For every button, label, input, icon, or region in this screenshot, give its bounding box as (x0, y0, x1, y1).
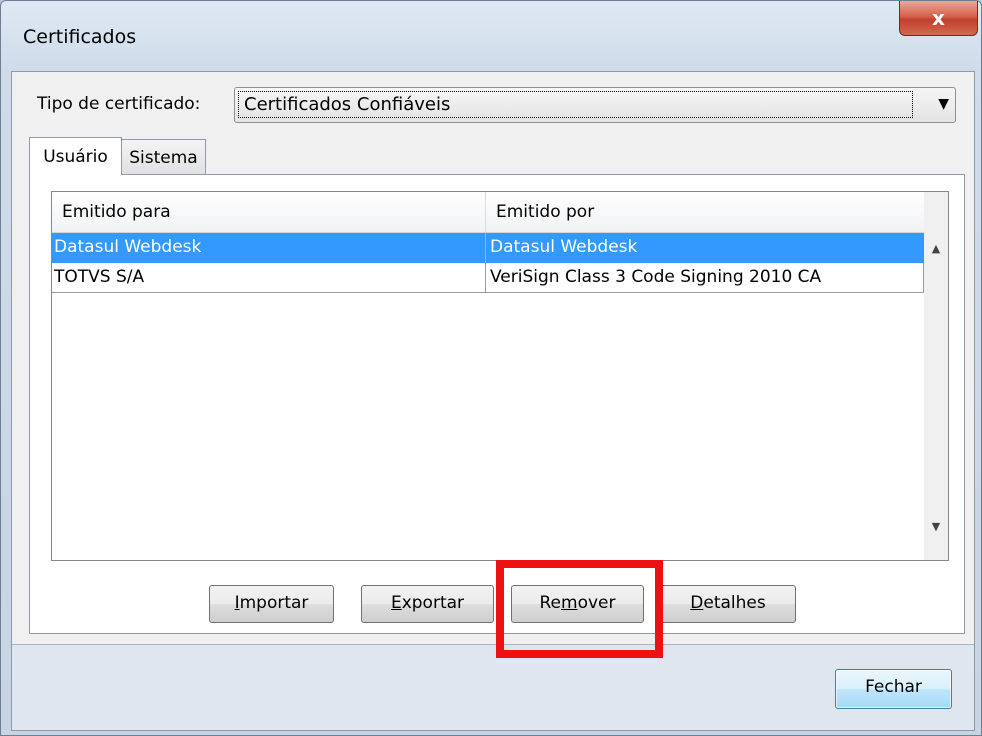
vertical-scrollbar[interactable]: ▲ ▼ (924, 192, 948, 560)
detalhes-button[interactable]: Detalhes (660, 585, 796, 623)
cell-emitido-para: Datasul Webdesk (52, 233, 486, 263)
column-header-emitido-por[interactable]: Emitido por (486, 192, 924, 232)
remover-highlight-box (496, 560, 663, 658)
tipo-certificado-label: Tipo de certificado: (37, 94, 201, 114)
dialog-body: Tipo de certificado: Certificados Confiá… (11, 71, 975, 731)
list-row[interactable]: TOTVS S/A VeriSign Class 3 Code Signing … (52, 263, 924, 293)
tipo-certificado-value: Certificados Confiáveis (238, 91, 913, 118)
title-bar: Certificados x (1, 1, 981, 71)
window-title: Certificados (23, 26, 137, 48)
tab-usuario[interactable]: Usuário (29, 137, 122, 175)
tab-sistema[interactable]: Sistema (121, 139, 206, 175)
detalhes-label: etalhes (703, 593, 766, 613)
importar-button[interactable]: Importar (209, 585, 334, 623)
column-header-emitido-para[interactable]: Emitido para (52, 192, 486, 232)
fechar-button[interactable]: Fechar (835, 669, 952, 709)
scroll-down-icon[interactable]: ▼ (924, 520, 948, 540)
cell-emitido-por: VeriSign Class 3 Code Signing 2010 CA (486, 263, 924, 293)
dialog-footer (12, 645, 974, 730)
exportar-label: xportar (401, 593, 465, 613)
list-header: Emitido para Emitido por (52, 192, 924, 233)
cell-emitido-para: TOTVS S/A (52, 263, 486, 293)
scroll-up-icon[interactable]: ▲ (924, 242, 948, 262)
certificados-dialog: Certificados x Tipo de certificado: Cert… (0, 0, 982, 736)
detalhes-mnemonic: D (690, 593, 704, 613)
exportar-button[interactable]: Exportar (361, 585, 494, 623)
close-icon: x (932, 6, 945, 30)
close-button[interactable]: x (899, 1, 978, 36)
chevron-down-icon: ▼ (938, 96, 949, 112)
importar-label: mportar (239, 593, 309, 613)
certificates-list[interactable]: Emitido para Emitido por Datasul Webdesk… (51, 191, 949, 561)
tipo-certificado-select[interactable]: Certificados Confiáveis ▼ (234, 87, 956, 123)
cell-emitido-por: Datasul Webdesk (490, 237, 638, 257)
list-row-selected[interactable]: Datasul Webdesk Datasul Webdesk (52, 233, 924, 263)
exportar-mnemonic: E (390, 593, 402, 613)
